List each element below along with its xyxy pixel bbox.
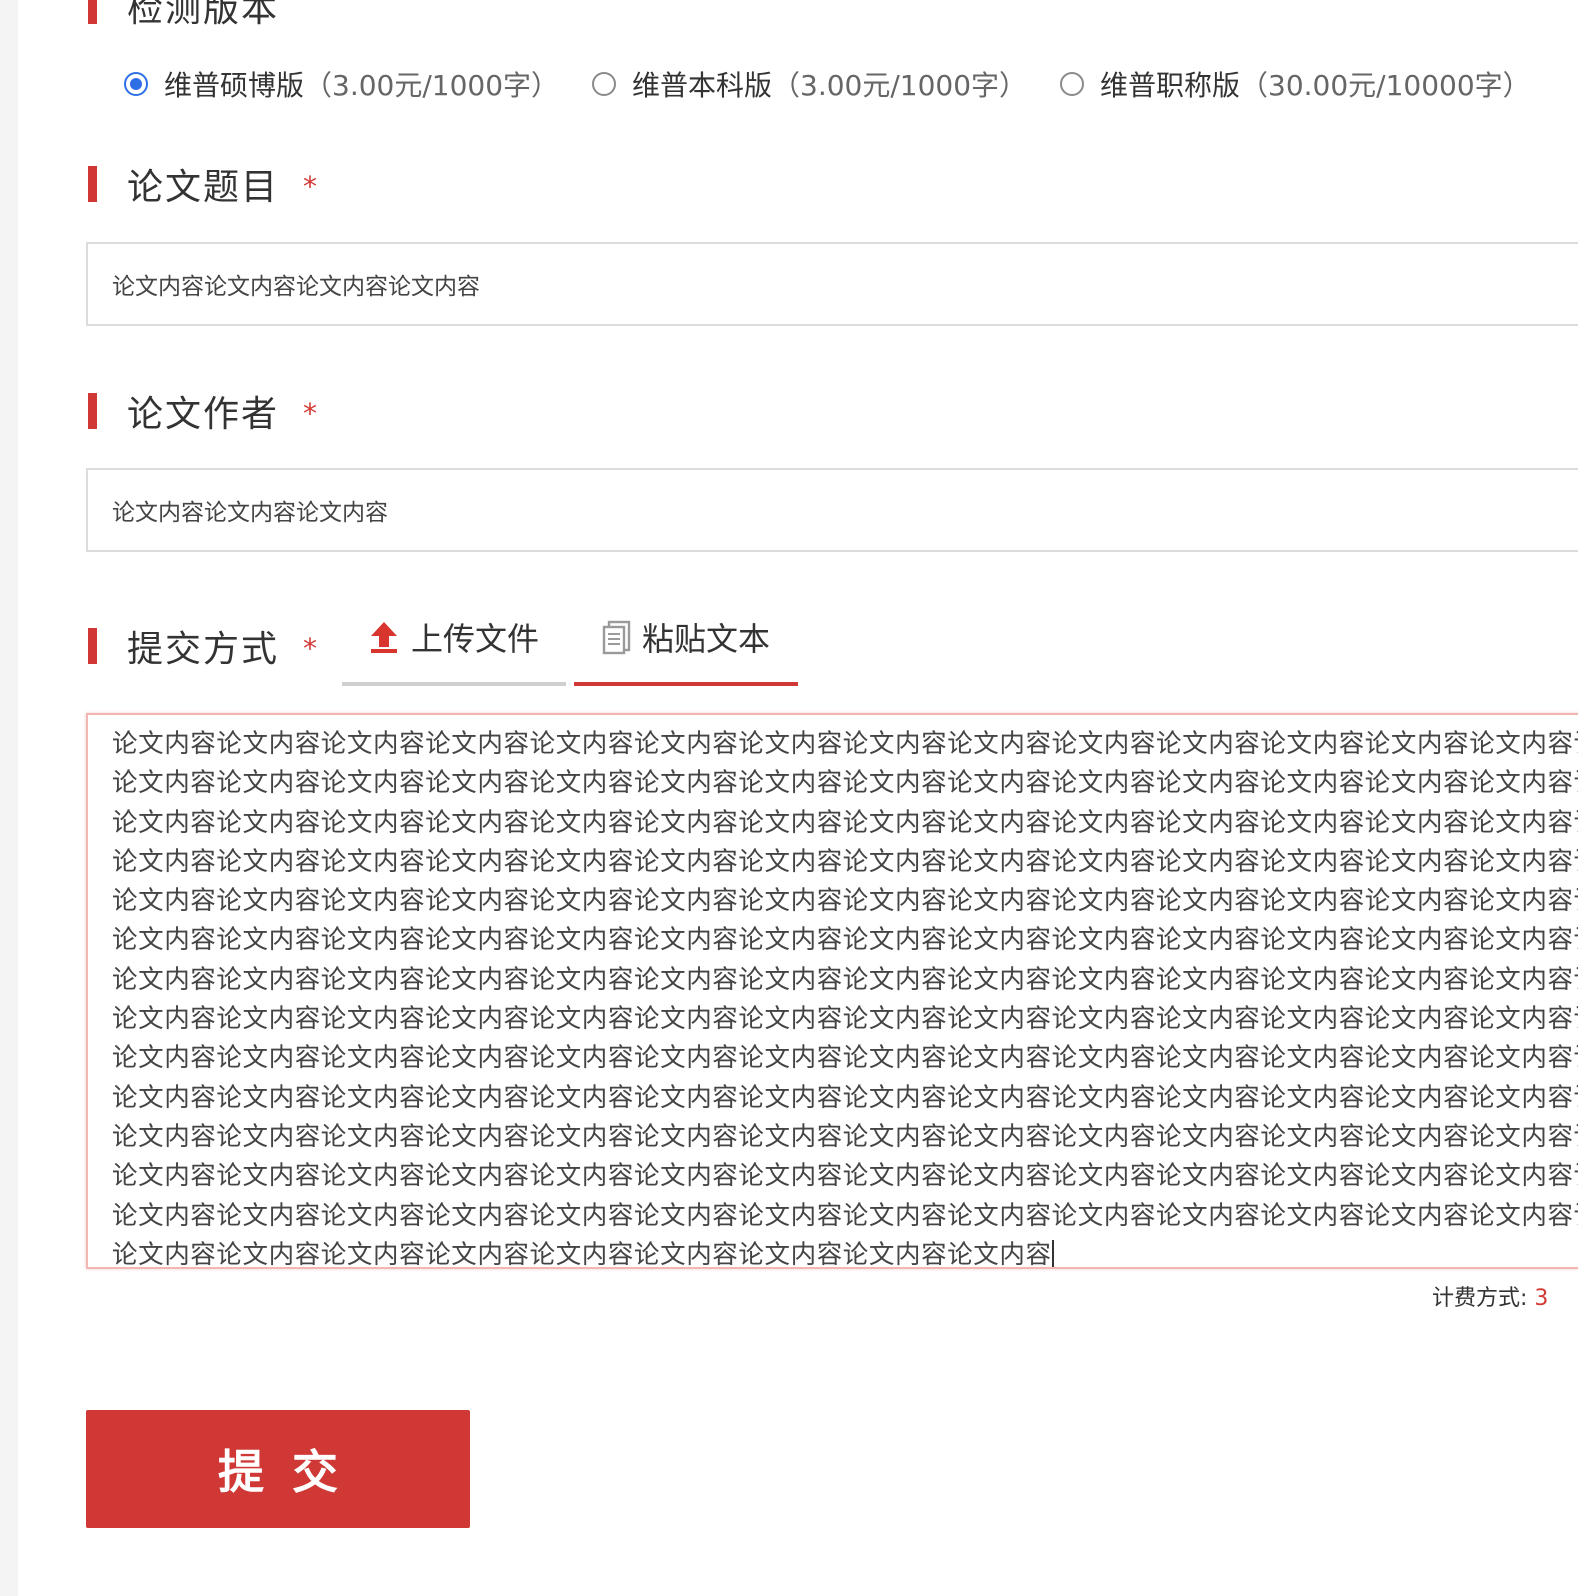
radio-selected-icon[interactable] [124, 72, 148, 96]
form-page: 检测版本 维普硕博版 （3.00元/1000字） 维普本科版 （3.00元/10… [18, 0, 1578, 1596]
radio-unselected-icon[interactable] [1060, 72, 1084, 96]
clipboard-icon [602, 619, 632, 655]
text-line: 论文内容论文内容论文内容论文内容论文内容论文内容论文内容论文内容论文内容论文内容… [112, 1161, 1578, 1192]
radio-unselected-icon[interactable] [592, 72, 616, 96]
tab-underline [342, 682, 566, 686]
tab-label: 上传文件 [410, 620, 539, 658]
paper-author-input[interactable]: 论文内容论文内容论文内容 [86, 468, 1578, 552]
submit-method-header: 提交方式 * [88, 626, 318, 670]
radio-option-undergrad[interactable]: 维普本科版 （3.00元/1000字） [592, 62, 1027, 106]
text-line: 论文内容论文内容论文内容论文内容论文内容论文内容论文内容论文内容论文内容论文内容… [112, 1121, 1578, 1152]
required-asterisk: * [303, 396, 318, 430]
section-marker [88, 628, 97, 664]
author-section-header: 论文作者 * [88, 391, 318, 435]
title-section-header: 论文题目 * [88, 164, 318, 208]
tab-upload-file[interactable]: 上传文件 [342, 612, 566, 686]
text-line: 论文内容论文内容论文内容论文内容论文内容论文内容论文内容论文内容论文内容论文内容… [112, 1200, 1578, 1231]
version-section-label: 检测版本 [127, 0, 280, 30]
billing-info: 计费方式: 3 [1432, 1280, 1548, 1312]
author-section-label: 论文作者 [127, 394, 280, 435]
required-asterisk: * [303, 169, 318, 203]
text-line: 论文内容论文内容论文内容论文内容论文内容论文内容论文内容论文内容论文内容论文内容… [112, 1082, 1578, 1113]
tab-underline-active [574, 682, 798, 686]
text-line: 论文内容论文内容论文内容论文内容论文内容论文内容论文内容论文内容论文内容论文内容… [112, 1004, 1578, 1035]
version-section-header: 检测版本 [88, 0, 279, 30]
text-line: 论文内容论文内容论文内容论文内容论文内容论文内容论文内容论文内容论文内容论文内容… [112, 846, 1578, 877]
paper-title-input[interactable]: 论文内容论文内容论文内容论文内容 [86, 242, 1578, 326]
section-marker [88, 166, 97, 202]
paste-text-content: 论文内容论文内容论文内容论文内容论文内容论文内容论文内容论文内容论文内容论文内容… [112, 725, 1578, 1269]
text-line: 论文内容论文内容论文内容论文内容论文内容论文内容论文内容论文内容论文内容论文内容… [112, 807, 1578, 838]
section-marker [88, 0, 97, 24]
text-line: 论文内容论文内容论文内容论文内容论文内容论文内容论文内容论文内容论文内容论文内容… [112, 886, 1578, 917]
tab-paste-text[interactable]: 粘贴文本 [574, 612, 798, 686]
section-marker [88, 393, 97, 429]
text-line: 论文内容论文内容论文内容论文内容论文内容论文内容论文内容论文内容论文内容论文内容… [112, 964, 1578, 995]
required-asterisk: * [303, 631, 318, 665]
text-line: 论文内容论文内容论文内容论文内容论文内容论文内容论文内容论文内容论文内容论文内容… [112, 729, 1578, 759]
radio-option-master-phd[interactable]: 维普硕博版 （3.00元/1000字） [124, 62, 559, 106]
submit-method-label: 提交方式 [127, 629, 280, 670]
radio-option-price: （3.00元/1000字） [304, 69, 560, 102]
title-section-label: 论文题目 [127, 167, 280, 208]
tab-label: 粘贴文本 [641, 620, 770, 658]
billing-value: 3 [1534, 1286, 1549, 1311]
radio-option-price: （3.00元/1000字） [772, 69, 1028, 102]
radio-option-label: 维普职称版 [1100, 69, 1241, 102]
text-line: 论文内容论文内容论文内容论文内容论文内容论文内容论文内容论文内容论文内容论文内容… [112, 925, 1578, 956]
version-radio-group: 维普硕博版 （3.00元/1000字） 维普本科版 （3.00元/1000字） … [124, 62, 1564, 106]
radio-option-label: 维普本科版 [632, 69, 773, 102]
text-caret [1051, 1239, 1054, 1267]
radio-option-professional-title[interactable]: 维普职称版 （30.00元/10000字） [1060, 62, 1531, 106]
text-line: 论文内容论文内容论文内容论文内容论文内容论文内容论文内容论文内容论文内容 [112, 1239, 1052, 1269]
submit-button[interactable]: 提交 [86, 1410, 470, 1528]
billing-label: 计费方式: [1432, 1286, 1528, 1311]
radio-option-label: 维普硕博版 [164, 69, 305, 102]
upload-arrow-icon [369, 620, 399, 654]
text-line: 论文内容论文内容论文内容论文内容论文内容论文内容论文内容论文内容论文内容论文内容… [112, 768, 1578, 799]
radio-option-price: （30.00元/10000字） [1240, 69, 1531, 102]
text-line: 论文内容论文内容论文内容论文内容论文内容论文内容论文内容论文内容论文内容论文内容… [112, 1043, 1578, 1074]
text-line-last: 论文内容论文内容论文内容论文内容论文内容论文内容论文内容论文内容论文内容 [112, 1236, 1578, 1269]
paste-text-area[interactable]: 论文内容论文内容论文内容论文内容论文内容论文内容论文内容论文内容论文内容论文内容… [86, 713, 1578, 1269]
